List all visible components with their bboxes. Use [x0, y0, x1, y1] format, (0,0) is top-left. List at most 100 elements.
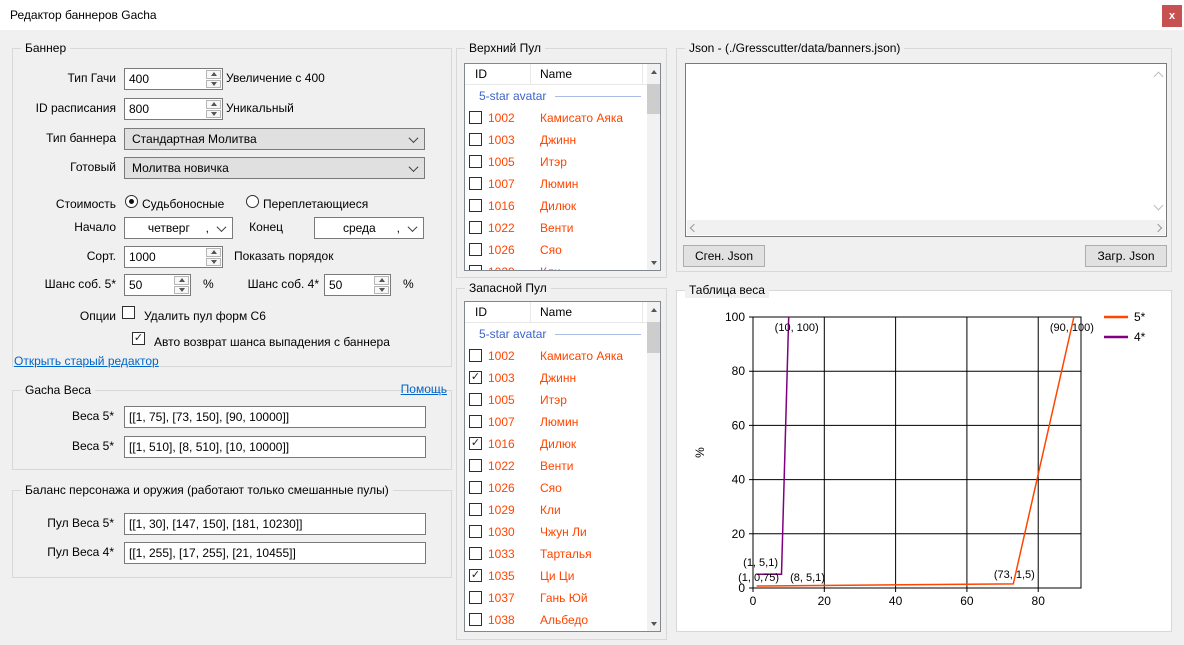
scroll-left-icon[interactable]: [690, 223, 698, 231]
item-checkbox[interactable]: [469, 199, 482, 212]
remove-pool-checkbox[interactable]: [122, 306, 135, 319]
pool-item-row[interactable]: 1029Кли: [465, 261, 647, 270]
pool-item-row[interactable]: 1002Камисато Аяка: [465, 345, 647, 367]
spin-up-button[interactable]: [206, 248, 221, 257]
chance4-input[interactable]: [324, 274, 391, 296]
pool-item-row[interactable]: 1002Камисато Аяка: [465, 107, 647, 129]
item-checkbox[interactable]: [469, 155, 482, 168]
item-checkbox[interactable]: [469, 525, 482, 538]
open-old-editor-link[interactable]: Открыть старый редактор: [14, 354, 159, 368]
pool-item-row[interactable]: 1037Гань Юй: [465, 587, 647, 609]
item-checkbox[interactable]: [469, 393, 482, 406]
scroll-up-icon[interactable]: [1154, 72, 1164, 82]
pool-item-row[interactable]: 1033Тарталья: [465, 543, 647, 565]
sort-value[interactable]: [125, 247, 205, 267]
pool-weights5-input[interactable]: [124, 513, 426, 535]
pool-item-row[interactable]: 1007Люмин: [465, 411, 647, 433]
item-checkbox[interactable]: [469, 547, 482, 560]
pool-item-row[interactable]: 1029Кли: [465, 499, 647, 521]
load-json-button[interactable]: Загр. Json: [1085, 245, 1167, 267]
spin-up-button[interactable]: [174, 276, 189, 285]
pool-item-row[interactable]: 1005Итэр: [465, 389, 647, 411]
pool-item-row[interactable]: 1005Итэр: [465, 151, 647, 173]
item-checkbox[interactable]: [469, 177, 482, 190]
prefab-combobox[interactable]: Молитва новичка: [124, 157, 425, 179]
sort-label: Сорт.: [13, 249, 116, 263]
chance4-value[interactable]: [325, 275, 373, 295]
scroll-down-button[interactable]: [647, 255, 660, 270]
spin-down-button[interactable]: [174, 286, 189, 295]
item-checkbox[interactable]: [469, 613, 482, 626]
vertical-scrollbar[interactable]: [647, 64, 660, 270]
cost-intertwined-radio[interactable]: [246, 195, 259, 208]
schedule-id-input[interactable]: [124, 98, 223, 120]
spin-down-button[interactable]: [374, 286, 389, 295]
item-checkbox[interactable]: [469, 481, 482, 494]
item-checkbox[interactable]: [469, 415, 482, 428]
item-checkbox[interactable]: [469, 459, 482, 472]
gacha-type-value[interactable]: [125, 69, 205, 89]
horizontal-scrollbar[interactable]: [687, 220, 1165, 235]
pool-item-row[interactable]: ✓1016Дилюк: [465, 433, 647, 455]
item-checkbox[interactable]: [469, 349, 482, 362]
pool-item-row[interactable]: 1030Чжун Ли: [465, 521, 647, 543]
pool-item-row[interactable]: 1026Сяо: [465, 477, 647, 499]
spin-up-button[interactable]: [206, 100, 221, 109]
pool-item-row[interactable]: 1022Венти: [465, 217, 647, 239]
pool-item-row[interactable]: 1022Венти: [465, 455, 647, 477]
scrollbar-thumb[interactable]: [647, 322, 660, 353]
item-checkbox[interactable]: [469, 243, 482, 256]
balance-group-title: Баланс персонажа и оружия (работают толь…: [21, 483, 393, 498]
scrollbar-thumb[interactable]: [647, 84, 660, 114]
svg-text:(90, 100): (90, 100): [1050, 322, 1094, 334]
pool-item-row[interactable]: 1003Джинн: [465, 129, 647, 151]
start-day-combobox[interactable]: четверг ,: [124, 217, 233, 239]
pool-item-row[interactable]: 1016Дилюк: [465, 195, 647, 217]
help-link[interactable]: Помощь: [401, 382, 447, 396]
pool-weights4-input[interactable]: [124, 542, 426, 564]
gacha-type-input[interactable]: [124, 68, 223, 90]
pool-item-row[interactable]: 1038Альбедо: [465, 609, 647, 631]
weights4-input[interactable]: [124, 436, 426, 458]
item-checkbox[interactable]: ✓: [469, 569, 482, 582]
generate-json-button[interactable]: Сген. Json: [683, 245, 765, 267]
pool-item-row[interactable]: ✓1003Джинн: [465, 367, 647, 389]
banner-type-combobox[interactable]: Стандартная Молитва: [124, 128, 425, 150]
schedule-id-value[interactable]: [125, 99, 205, 119]
scroll-up-button[interactable]: [647, 64, 660, 79]
sort-input[interactable]: [124, 246, 223, 268]
spin-down-button[interactable]: [206, 258, 221, 267]
weights5-input[interactable]: [124, 406, 426, 428]
scroll-up-button[interactable]: [647, 302, 660, 317]
spin-down-button[interactable]: [206, 110, 221, 119]
chance5-value[interactable]: [125, 275, 173, 295]
item-checkbox[interactable]: ✓: [469, 437, 482, 450]
scroll-down-icon[interactable]: [1154, 201, 1164, 211]
vertical-scrollbar[interactable]: [647, 302, 660, 631]
item-checkbox[interactable]: [469, 111, 482, 124]
item-checkbox[interactable]: [469, 503, 482, 516]
pool-group-header: 5-star avatar: [465, 323, 647, 345]
weight-chart-group-title: Таблица веса: [685, 283, 769, 298]
end-day-combobox[interactable]: среда ,: [314, 217, 424, 239]
upper-pool-list[interactable]: ID Name 5-star avatar1002Камисато Аяка10…: [464, 63, 661, 271]
pool-item-row[interactable]: ✓1035Ци Ци: [465, 565, 647, 587]
pool-item-row[interactable]: 1007Люмин: [465, 173, 647, 195]
item-checkbox[interactable]: ✓: [469, 371, 482, 384]
spin-up-button[interactable]: [374, 276, 389, 285]
item-checkbox[interactable]: [469, 265, 482, 270]
item-checkbox[interactable]: [469, 133, 482, 146]
item-checkbox[interactable]: [469, 591, 482, 604]
backup-pool-list[interactable]: ID Name 5-star avatar1002Камисато Аяка✓1…: [464, 301, 661, 632]
pool-item-row[interactable]: 1026Сяо: [465, 239, 647, 261]
json-textarea[interactable]: [688, 66, 1150, 216]
spin-up-button[interactable]: [206, 70, 221, 79]
chance5-input[interactable]: [124, 274, 191, 296]
scroll-right-icon[interactable]: [1154, 223, 1162, 231]
cost-fate-radio[interactable]: [125, 195, 138, 208]
item-checkbox[interactable]: [469, 221, 482, 234]
spin-down-button[interactable]: [206, 80, 221, 89]
auto-return-checkbox[interactable]: ✓: [132, 332, 145, 345]
close-button[interactable]: x: [1162, 5, 1182, 27]
scroll-down-button[interactable]: [647, 616, 660, 631]
